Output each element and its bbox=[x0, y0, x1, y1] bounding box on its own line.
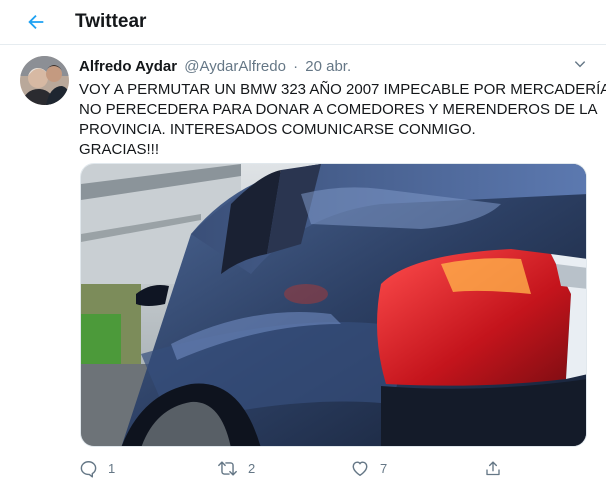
author-name[interactable]: Alfredo Aydar bbox=[79, 58, 177, 75]
retweet-icon bbox=[218, 460, 237, 476]
car-photo bbox=[81, 164, 586, 446]
more-options-button[interactable] bbox=[570, 54, 590, 74]
author-handle[interactable]: @AydarAlfredo bbox=[184, 58, 286, 75]
share-button[interactable] bbox=[484, 456, 502, 480]
avatar[interactable] bbox=[20, 56, 69, 105]
retweet-button[interactable]: 2 bbox=[217, 456, 255, 480]
tweet-photo[interactable] bbox=[80, 163, 587, 447]
tweet-text-line: NO PERECEDERA PARA DONAR A COMEDORES Y M… bbox=[79, 101, 598, 118]
reply-icon bbox=[80, 460, 97, 478]
arrow-left-icon bbox=[28, 14, 44, 30]
retweet-count: 2 bbox=[248, 460, 256, 476]
tweet-text-line: PROVINCIA. INTERESADOS COMUNICARSE CONMI… bbox=[79, 121, 476, 138]
chevron-down-icon bbox=[574, 61, 586, 68]
top-bar: Twittear bbox=[0, 0, 606, 45]
tweet: Alfredo Aydar @AydarAlfredo · 20 abr. VO… bbox=[0, 46, 606, 491]
back-button[interactable] bbox=[20, 6, 52, 38]
tweet-text-line: GRACIAS!!! bbox=[79, 141, 160, 158]
share-icon bbox=[486, 460, 500, 475]
like-button[interactable]: 7 bbox=[350, 456, 387, 480]
page-title: Twittear bbox=[75, 11, 147, 32]
like-count: 7 bbox=[380, 460, 388, 476]
heart-icon bbox=[352, 460, 368, 476]
tweet-actions: 1 2 7 bbox=[79, 456, 509, 480]
reply-button[interactable]: 1 bbox=[79, 456, 115, 480]
tweet-text-line: VOY A PERMUTAR UN BMW 323 AÑO 2007 IMPEC… bbox=[79, 81, 606, 98]
separator: · bbox=[293, 58, 299, 75]
tweet-date[interactable]: 20 abr. bbox=[305, 58, 351, 75]
reply-count: 1 bbox=[108, 460, 116, 476]
tweet-header: Alfredo Aydar @AydarAlfredo · 20 abr. bbox=[79, 58, 351, 75]
tweet-text: VOY A PERMUTAR UN BMW 323 AÑO 2007 IMPEC… bbox=[79, 80, 606, 160]
